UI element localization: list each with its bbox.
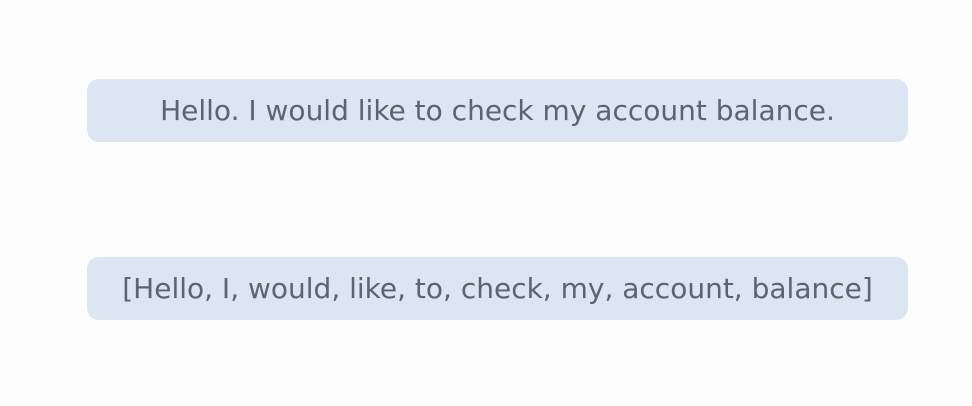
token-list-box: [Hello, I, would, like, to, check, my, a…: [87, 257, 908, 320]
input-sentence-text: Hello. I would like to check my account …: [160, 94, 835, 127]
slide-canvas: { "sentence": { "text": "Hello. I would …: [0, 0, 972, 406]
input-sentence-box: Hello. I would like to check my account …: [87, 79, 908, 142]
token-list-text: [Hello, I, would, like, to, check, my, a…: [122, 272, 873, 305]
